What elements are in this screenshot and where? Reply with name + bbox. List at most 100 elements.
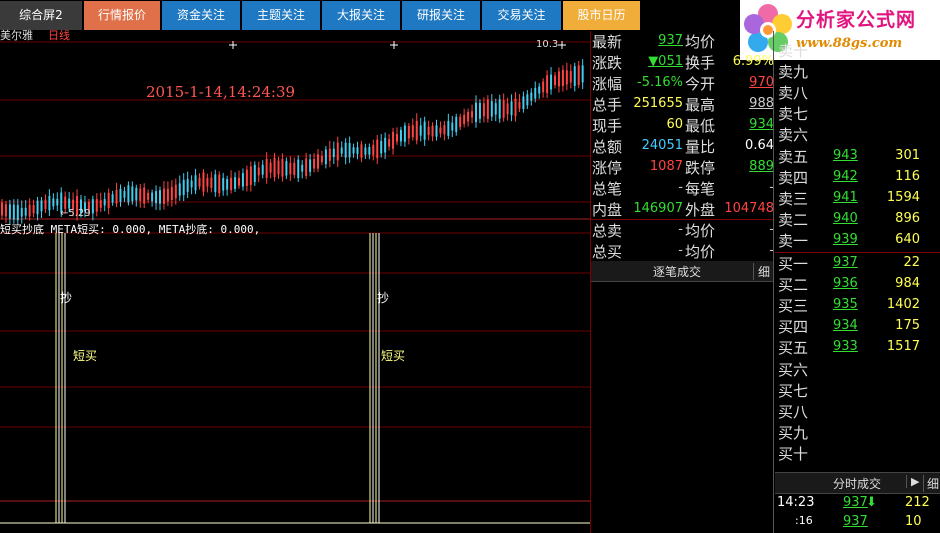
kline-chart-area[interactable]: 美尔雅 日线 2015-1-14,14:24:39 10.3 ←5.29 短买抄… <box>0 29 590 533</box>
trade-volume: 212 <box>905 495 930 510</box>
quote-panel: 最新 937 均价 涨跌 ▼051 换手 6.99% 涨幅 -5.16% 今开 970 总手 25165… <box>591 31 774 262</box>
sell-level-row[interactable]: 卖七 <box>775 103 940 124</box>
sell-level-row[interactable]: 卖四 942 116 <box>775 167 940 188</box>
level-price: 937 <box>833 255 858 270</box>
top-tab-bar: 综合屏2 行情报价 资金关注 主题关注 大报关注 研报关注 交易关注 股市日历 <box>0 0 740 31</box>
level-label: 卖七 <box>778 105 809 124</box>
minute-trades-title[interactable]: 分时成交 <box>833 475 881 492</box>
quote-label: 跌停 <box>685 159 716 177</box>
level-label: 卖八 <box>778 84 809 103</box>
quote-label: 总买 <box>592 243 623 261</box>
sell-level-row[interactable]: 卖三 941 1594 <box>775 188 940 209</box>
minute-play-button[interactable]: ▶ <box>906 475 919 488</box>
level-volume: 22 <box>903 255 920 270</box>
quote-label: 最高 <box>685 96 716 114</box>
sell-level-row[interactable]: 卖八 <box>775 82 940 103</box>
level-volume: 116 <box>895 168 920 184</box>
tab-3[interactable]: 资金关注 <box>162 1 240 30</box>
level-label: 卖三 <box>778 189 809 208</box>
quote-value: 988 <box>749 96 774 111</box>
level-price: 940 <box>833 210 858 226</box>
level-label: 卖一 <box>778 231 809 250</box>
quote-label: 量比 <box>685 138 716 156</box>
buy-level-row[interactable]: 买二 936 984 <box>775 274 940 295</box>
level-volume: 984 <box>895 276 920 292</box>
quote-value: 24051 <box>641 138 683 153</box>
buy-level-row[interactable]: 买十 <box>775 443 940 464</box>
buy-level-row[interactable]: 买五 933 1517 <box>775 337 940 358</box>
level-label: 买九 <box>778 423 809 442</box>
level-label: 买五 <box>778 339 809 358</box>
level-label: 卖十 <box>778 42 809 60</box>
quote-label: 均价 <box>685 243 716 261</box>
quote-row: 现手 60 最低 934 <box>591 115 774 136</box>
quote-row: 总手 251655 最高 988 <box>591 94 774 115</box>
sell-level-row[interactable]: 卖六 <box>775 124 940 145</box>
level-label: 买六 <box>778 360 809 379</box>
quote-value: 104748 <box>724 201 774 216</box>
trade-price: 937 <box>843 514 868 529</box>
quote-row: 涨幅 -5.16% 今开 970 <box>591 73 774 94</box>
buy-level-row[interactable]: 买六 <box>775 359 940 380</box>
level-label: 卖五 <box>778 147 809 166</box>
buy-level-row[interactable]: 买四 934 175 <box>775 316 940 337</box>
sell-level-row[interactable]: 卖二 940 896 <box>775 209 940 230</box>
quote-row: 内盘 146907 外盘 104748 <box>591 199 774 220</box>
crosshair-datetime: 2015-1-14,14:24:39 <box>146 83 296 101</box>
level-price: 941 <box>833 189 858 205</box>
tab-1[interactable]: 综合屏2 <box>0 1 82 30</box>
low-price-label: ←5.29 <box>60 208 91 219</box>
chart-canvas <box>0 41 590 524</box>
period-label[interactable]: 日线 <box>48 27 70 43</box>
level-price: 943 <box>833 147 858 163</box>
level-volume: 896 <box>895 210 920 226</box>
quote-value: 6.99% <box>732 54 774 69</box>
minute-detail-button[interactable]: 细 <box>923 475 939 492</box>
buy-level-row[interactable]: 买九 <box>775 422 940 443</box>
tab-5[interactable]: 大报关注 <box>322 1 400 30</box>
quote-label: 总卖 <box>592 222 623 240</box>
quote-label: 现手 <box>592 117 623 135</box>
logo-title: 分析家公式网 <box>796 9 917 31</box>
level-label: 卖四 <box>778 168 809 187</box>
quote-value: 934 <box>749 117 774 132</box>
tab-4[interactable]: 主题关注 <box>242 1 320 30</box>
buy-level-row[interactable]: 买三 935 1402 <box>775 295 940 316</box>
tab-2[interactable]: 行情报价 <box>84 1 160 30</box>
level-label: 卖六 <box>778 126 809 145</box>
minute-trades-header: 分时成交 ▶ 细 <box>775 472 940 494</box>
trade-volume: 10 <box>905 514 922 529</box>
buy-level-row[interactable]: 买一 937 22 <box>775 253 940 274</box>
quote-value: 0.64 <box>745 138 774 153</box>
level-label: 买二 <box>778 276 809 295</box>
quote-value: 146907 <box>633 201 683 216</box>
sell-level-row[interactable]: 卖九 <box>775 61 940 82</box>
level-label: 卖九 <box>778 63 809 82</box>
level-label: 买十 <box>778 444 809 463</box>
signal-duanmai-2: 短买 <box>381 349 406 363</box>
level-volume: 1594 <box>886 189 920 205</box>
quote-row: 涨停 1087 跌停 889 <box>591 157 774 178</box>
sell-level-row[interactable]: 卖五 943 301 <box>775 146 940 167</box>
quote-value: 251655 <box>633 96 683 111</box>
ticks-title[interactable]: 逐笔成交 <box>653 263 701 280</box>
ticks-detail-button[interactable]: 细 <box>753 263 770 280</box>
tab-6[interactable]: 研报关注 <box>402 1 480 30</box>
level-label: 买一 <box>778 255 809 273</box>
quote-label: 涨幅 <box>592 75 623 93</box>
buy-level-row[interactable]: 买七 <box>775 380 940 401</box>
tab-7[interactable]: 交易关注 <box>482 1 561 30</box>
quote-row: 总笔 - 每笔 - <box>591 178 774 199</box>
quote-label: 总额 <box>592 138 623 156</box>
tab-8[interactable]: 股市日历 <box>563 1 640 30</box>
quote-label: 今开 <box>685 75 716 93</box>
sell-level-row[interactable]: 卖一 939 640 <box>775 230 940 251</box>
quote-label: 内盘 <box>592 201 623 219</box>
quote-row: 涨跌 ▼051 换手 6.99% <box>591 52 774 73</box>
quote-value: 889 <box>749 159 774 174</box>
sell-level-row[interactable]: 卖十 <box>775 40 940 61</box>
buy-level-row[interactable]: 买八 <box>775 401 940 422</box>
signal-chao-2: 抄 <box>377 291 390 305</box>
level-price: 939 <box>833 231 858 247</box>
quote-row: 总额 24051 量比 0.64 <box>591 136 774 157</box>
